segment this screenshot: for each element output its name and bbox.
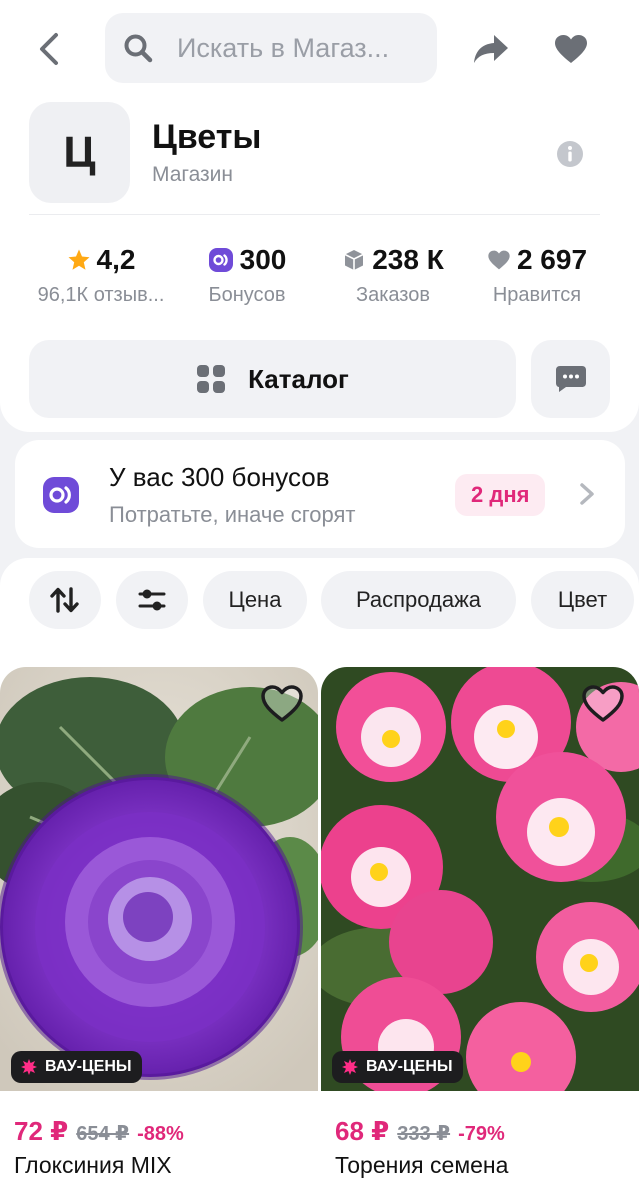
search-placeholder: Искать в Магаз... [177, 32, 390, 63]
heart-icon [488, 250, 510, 270]
burst-icon [342, 1059, 358, 1075]
chat-icon [555, 366, 586, 392]
favorite-button[interactable] [581, 684, 625, 724]
bonus-banner[interactable]: У вас 300 бонусов Потратьте, иначе сгоря… [15, 440, 625, 548]
search-icon [123, 32, 155, 64]
discount: -88% [137, 1123, 184, 1145]
grid-icon [197, 365, 226, 393]
bonus-icon [43, 477, 79, 513]
sort-icon [50, 587, 79, 613]
filter-settings-button[interactable] [116, 571, 188, 629]
likes-label: Нравится [492, 284, 582, 306]
price-row: 72 ₽ 654 ₽ -88% [14, 1116, 184, 1147]
box-icon [344, 250, 364, 270]
bonuses-label: Бонусов [208, 284, 286, 306]
wow-price-badge: ВАУ-ЦЕНЫ [11, 1051, 142, 1083]
divider [29, 214, 600, 215]
filter-chip-price[interactable]: Цена [203, 571, 307, 629]
chevron-right-icon [580, 483, 594, 505]
bonus-icon [208, 248, 233, 272]
back-arrow-icon [40, 33, 58, 65]
badge-label: ВАУ-ЦЕНЫ [45, 1058, 132, 1075]
burst-icon [21, 1059, 37, 1075]
product-image[interactable] [321, 667, 639, 1091]
heart-icon [555, 35, 587, 63]
star-icon [68, 249, 90, 270]
bonus-subtitle: Потратьте, иначе сгорят [109, 502, 356, 527]
rating-value: 4,2 [96, 244, 136, 275]
badge-label: ВАУ-ЦЕНЫ [366, 1058, 453, 1075]
likes-value: 2 697 [516, 244, 588, 275]
favorite-shop-button[interactable] [550, 28, 592, 70]
favorite-button[interactable] [260, 684, 304, 724]
product-name[interactable]: Глоксиния MIX [14, 1152, 172, 1179]
old-price: 333 ₽ [397, 1123, 451, 1145]
chat-button[interactable] [531, 340, 610, 418]
shop-name[interactable]: Цветы [152, 118, 261, 157]
bonus-title: У вас 300 бонусов [109, 462, 330, 492]
share-button[interactable] [470, 28, 512, 70]
filters-bar: Цена Распродажа Цвет [0, 558, 639, 648]
orders-label: Заказов [356, 284, 430, 306]
price: 68 ₽ [335, 1116, 390, 1146]
bonuses-value: 300 [239, 244, 287, 275]
filter-chip-color[interactable]: Цвет [531, 571, 634, 629]
catalog-button[interactable]: Каталог [29, 340, 516, 418]
shop-type: Магазин [152, 163, 234, 186]
catalog-label: Каталог [248, 363, 349, 394]
stat-bonuses[interactable]: 300 Бонусов [172, 240, 322, 307]
product-name[interactable]: Торения семена [335, 1152, 508, 1179]
share-icon [474, 35, 508, 63]
heart-outline-icon [261, 685, 303, 722]
sliders-icon [138, 589, 166, 611]
stat-orders: 238 К Заказов [318, 240, 468, 307]
reviews-label: 96,1К отзыв... [37, 284, 165, 306]
info-icon [557, 141, 583, 167]
info-button[interactable] [556, 140, 584, 168]
old-price: 654 ₽ [76, 1123, 130, 1145]
sort-button[interactable] [29, 571, 101, 629]
back-button[interactable] [26, 26, 72, 72]
shop-logo: Ц [29, 102, 130, 203]
wow-price-badge: ВАУ-ЦЕНЫ [332, 1051, 463, 1083]
search-input[interactable]: Искать в Магаз... [105, 13, 437, 83]
days-left-badge: 2 дня [455, 474, 546, 516]
filter-chip-sale[interactable]: Распродажа [321, 571, 516, 629]
stat-likes: 2 697 Нравится [462, 240, 612, 307]
stat-rating[interactable]: 4,2 96,1К отзыв... [26, 240, 176, 307]
heart-outline-icon [582, 685, 624, 722]
product-image[interactable] [0, 667, 318, 1091]
orders-value: 238 К [372, 244, 444, 275]
price: 72 ₽ [14, 1116, 69, 1146]
discount: -79% [458, 1123, 505, 1145]
price-row: 68 ₽ 333 ₽ -79% [335, 1116, 505, 1147]
